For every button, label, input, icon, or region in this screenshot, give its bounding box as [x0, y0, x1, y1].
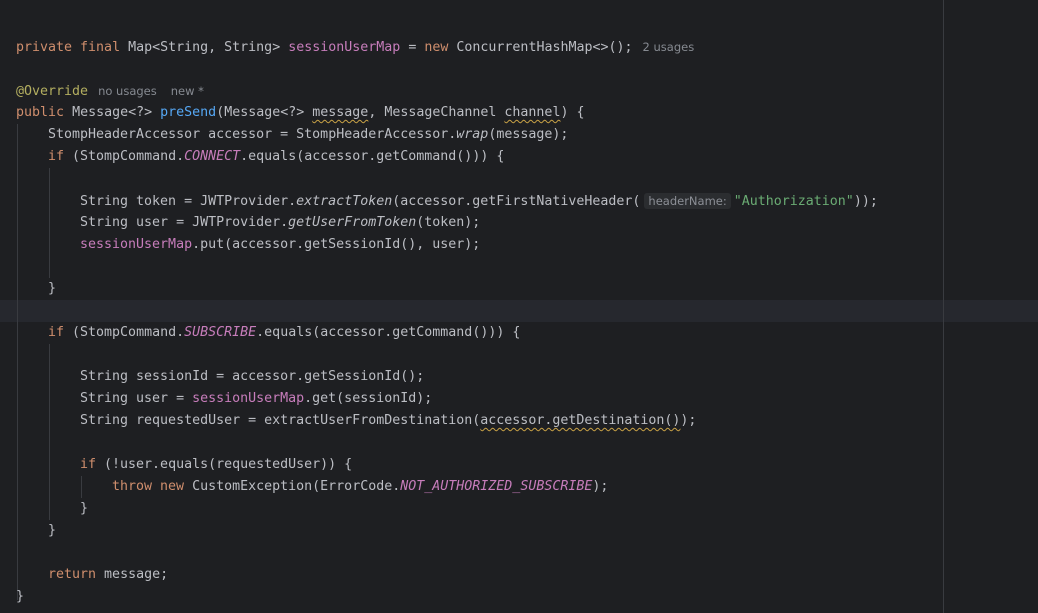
indent-guide — [49, 344, 50, 520]
brace: } — [16, 589, 25, 604]
warning-highlight: accessor.getDestination() — [480, 413, 681, 428]
keyword: if — [80, 457, 97, 472]
static-method-call: wrap — [456, 127, 489, 142]
enum-constant: SUBSCRIBE — [184, 325, 257, 340]
code-line-throw[interactable]: throw new CustomException(ErrorCode.NOT_… — [112, 476, 608, 498]
code-text: String sessionId = accessor.getSessionId… — [80, 369, 425, 384]
code-line-close-brace[interactable]: } — [80, 498, 88, 520]
field-name: sessionUserMap — [192, 391, 305, 406]
code-text: ); — [592, 479, 609, 494]
author-hint[interactable]: new * — [171, 84, 204, 98]
code-text: String user = — [80, 391, 193, 406]
code-line-if-connect[interactable]: if (StompCommand.CONNECT.equals(accessor… — [48, 146, 504, 168]
enum-constant: CONNECT — [184, 149, 241, 164]
enum-constant: NOT_AUTHORIZED_SUBSCRIBE — [400, 479, 593, 494]
code-line-token[interactable]: String token = JWTProvider.extractToken(… — [80, 190, 878, 212]
code-line-sub-user[interactable]: String user = sessionUserMap.get(session… — [80, 388, 432, 410]
code-text: )); — [853, 194, 878, 209]
right-margin-guide — [943, 0, 944, 613]
brace: } — [48, 281, 57, 296]
code-line-method-signature[interactable]: public Message<?> preSend(Message<?> mes… — [16, 102, 584, 124]
code-text: String requestedUser = extractUserFromDe… — [80, 413, 481, 428]
code-text: (token); — [416, 215, 481, 230]
field-name: sessionUserMap — [288, 40, 401, 55]
current-line-highlight — [0, 300, 1038, 322]
keyword: public — [16, 105, 65, 120]
code-line-if-equals[interactable]: if (!user.equals(requestedUser)) { — [80, 454, 352, 476]
keyword: if — [48, 149, 65, 164]
keyword: throw — [112, 479, 153, 494]
code-text: (!user.equals(requestedUser)) { — [96, 457, 353, 472]
param-message: message — [312, 105, 369, 120]
keyword: new — [424, 40, 449, 55]
code-text: String token = JWTProvider. — [80, 194, 297, 209]
parameter-name-hint: headerName: — [644, 193, 731, 209]
field-name: sessionUserMap — [80, 237, 193, 252]
annotation: @Override — [16, 84, 89, 99]
code-text: message; — [96, 567, 169, 582]
code-line-user[interactable]: String user = JWTProvider.getUserFromTok… — [80, 212, 480, 234]
code-editor[interactable]: private final Map<String, String> sessio… — [0, 0, 1038, 613]
usages-hint[interactable]: no usages — [98, 84, 157, 98]
code-line-accessor[interactable]: StompHeaderAccessor accessor = StompHead… — [48, 124, 568, 146]
keyword: private final — [16, 40, 121, 55]
param-separator: , MessageChannel — [368, 105, 505, 120]
static-method-call: getUserFromToken — [288, 215, 417, 230]
code-text: .equals(accessor.getCommand())) { — [256, 325, 521, 340]
return-type: Message<?> — [72, 105, 153, 120]
code-text: (message); — [488, 127, 569, 142]
code-text: (StompCommand. — [64, 325, 185, 340]
code-line-close-brace[interactable]: } — [48, 520, 56, 542]
code-text: String user = JWTProvider. — [80, 215, 289, 230]
code-text: .get(sessionId); — [304, 391, 433, 406]
code-line-close-brace[interactable]: } — [48, 278, 56, 300]
indent-guide — [81, 476, 82, 498]
brace: } — [80, 501, 89, 516]
usages-hint[interactable]: 2 usages — [643, 40, 695, 54]
indent-guide — [17, 124, 18, 600]
method-name: preSend — [160, 105, 217, 120]
brace: } — [48, 523, 57, 538]
code-line-field-decl[interactable]: private final Map<String, String> sessio… — [16, 36, 694, 58]
code-line-close-brace[interactable]: } — [16, 586, 24, 608]
keyword: new — [160, 479, 185, 494]
code-text: StompHeaderAccessor accessor = StompHead… — [48, 127, 457, 142]
code-line-if-subscribe[interactable]: if (StompCommand.SUBSCRIBE.equals(access… — [48, 322, 520, 344]
code-line-return[interactable]: return message; — [48, 564, 168, 586]
code-text: .put(accessor.getSessionId(), user); — [192, 237, 481, 252]
param-open: (Message<?> — [216, 105, 313, 120]
code-text: ); — [680, 413, 697, 428]
code-text: CustomException(ErrorCode. — [184, 479, 401, 494]
code-text: .equals(accessor.getCommand())) { — [240, 149, 505, 164]
signature-close: ) { — [560, 105, 585, 120]
param-channel: channel — [504, 105, 561, 120]
keyword: if — [48, 325, 65, 340]
type-name: Map<String, String> — [128, 40, 281, 55]
keyword: return — [48, 567, 97, 582]
constructor-call: ConcurrentHashMap<>(); — [456, 40, 633, 55]
code-line-requested-user[interactable]: String requestedUser = extractUserFromDe… — [80, 410, 696, 432]
code-text: (StompCommand. — [64, 149, 185, 164]
string-literal: "Authorization" — [733, 194, 854, 209]
static-method-call: extractToken — [296, 194, 393, 209]
code-line-annotation[interactable]: @Override no usages new * — [16, 80, 204, 102]
code-text: (accessor.getFirstNativeHeader( — [392, 194, 641, 209]
code-line-session-id[interactable]: String sessionId = accessor.getSessionId… — [80, 366, 424, 388]
indent-guide — [49, 168, 50, 278]
operator: = — [408, 40, 417, 55]
code-line-put[interactable]: sessionUserMap.put(accessor.getSessionId… — [80, 234, 480, 256]
